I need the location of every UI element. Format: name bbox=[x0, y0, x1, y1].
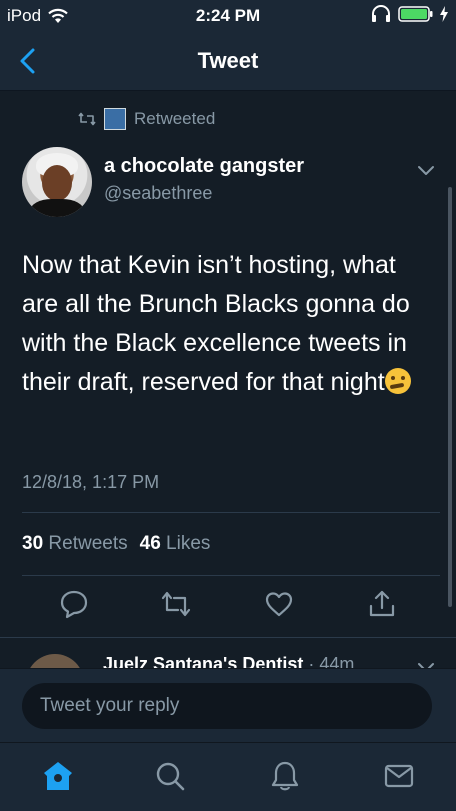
tweet-timestamp: 12/8/18, 1:17 PM bbox=[22, 472, 160, 492]
author-avatar[interactable] bbox=[22, 147, 92, 217]
retweet-icon bbox=[78, 112, 96, 126]
likes-count: 46 bbox=[139, 533, 161, 554]
tweet-body: Now that Kevin isn’t hosting, what are a… bbox=[22, 251, 410, 396]
reply-bar bbox=[0, 668, 456, 743]
status-bar: iPod 2:24 PM bbox=[0, 0, 456, 32]
thinking-face-icon bbox=[384, 368, 411, 394]
author-handle[interactable]: @seabethree bbox=[104, 183, 212, 204]
battery-icon bbox=[398, 6, 433, 22]
home-icon[interactable] bbox=[41, 759, 75, 793]
page-title: Tweet bbox=[197, 48, 259, 73]
author-name[interactable]: a chocolate gangster bbox=[104, 155, 304, 178]
notifications-icon[interactable] bbox=[268, 759, 302, 793]
search-icon[interactable] bbox=[153, 759, 187, 793]
next-tweet[interactable]: Juelz Santana's Dentist · 44m bbox=[0, 637, 456, 668]
retweets-label: Retweets bbox=[48, 533, 128, 554]
retweeted-by[interactable]: Retweeted bbox=[78, 108, 215, 130]
likes-stat[interactable]: 46 Likes bbox=[140, 533, 211, 555]
tweet-text: Now that Kevin isn’t hosting, what are a… bbox=[22, 246, 432, 402]
heart-icon[interactable] bbox=[263, 588, 295, 620]
tab-bar bbox=[0, 742, 456, 811]
share-icon[interactable] bbox=[366, 588, 398, 620]
next-tweet-avatar[interactable] bbox=[26, 654, 84, 668]
reply-input[interactable] bbox=[22, 683, 432, 729]
tweet-detail: Retweeted a chocolate gangster @seabethr… bbox=[0, 91, 456, 668]
status-right bbox=[370, 5, 448, 23]
retweets-stat[interactable]: 30 Retweets bbox=[22, 533, 128, 555]
nav-bar: Tweet bbox=[0, 32, 456, 91]
retweeter-avatar bbox=[104, 108, 126, 130]
next-tweet-time: · 44m bbox=[308, 654, 355, 668]
chevron-down-icon[interactable] bbox=[416, 660, 436, 668]
messages-icon[interactable] bbox=[382, 759, 416, 793]
retweets-count: 30 bbox=[22, 533, 44, 554]
scrollbar[interactable] bbox=[448, 187, 452, 607]
next-tweet-header: Juelz Santana's Dentist · 44m bbox=[103, 654, 354, 668]
next-tweet-author[interactable]: Juelz Santana's Dentist bbox=[103, 654, 303, 668]
tweet-actions bbox=[0, 588, 456, 628]
chevron-down-icon[interactable] bbox=[416, 163, 436, 177]
charging-icon bbox=[440, 6, 448, 22]
likes-label: Likes bbox=[166, 533, 211, 554]
retweeted-label: Retweeted bbox=[134, 109, 216, 128]
headphones-icon bbox=[372, 5, 390, 22]
divider bbox=[22, 512, 440, 513]
divider bbox=[22, 575, 440, 576]
reply-icon[interactable] bbox=[58, 588, 90, 620]
retweet-icon[interactable] bbox=[160, 588, 192, 620]
tweet-stats: 30 Retweets 46 Likes bbox=[22, 533, 210, 555]
